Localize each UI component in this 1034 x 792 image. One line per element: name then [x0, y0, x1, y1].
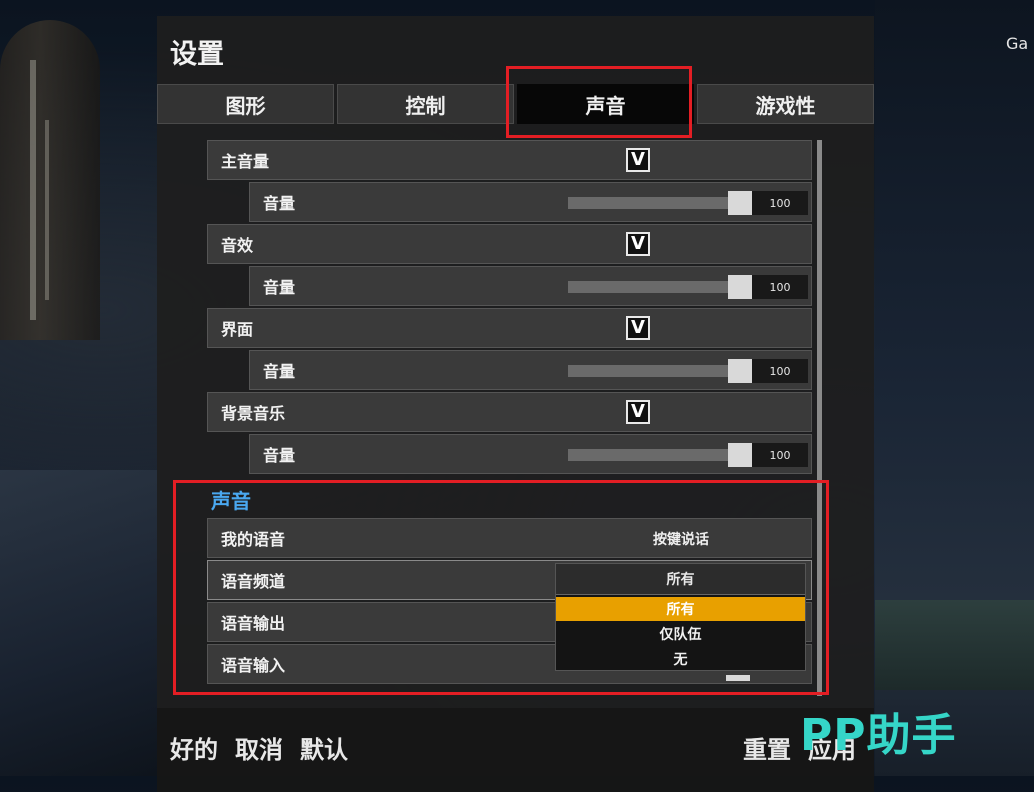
slider-fill [568, 365, 728, 377]
volume-value: 100 [752, 359, 808, 383]
footer-bar: 好的 取消 默认 重置 应用 [157, 708, 874, 792]
sfx-enable-checkbox[interactable]: V [626, 232, 650, 256]
slider-fill [568, 449, 728, 461]
setting-row-ui: 界面 V [207, 308, 812, 348]
slider-thumb[interactable] [728, 443, 752, 467]
corner-text: Ga [1006, 34, 1029, 53]
slider-fill [568, 281, 728, 293]
setting-row-sfx: 音效 V [207, 224, 812, 264]
setting-label: 音量 [263, 278, 296, 297]
ui-volume-slider[interactable] [568, 359, 752, 383]
voice-channel-dropdown[interactable]: 所有 所有 仅队伍 无 [555, 563, 806, 671]
volume-value: 100 [752, 191, 808, 215]
music-enable-checkbox[interactable]: V [626, 400, 650, 424]
master-volume-slider[interactable] [568, 191, 752, 215]
dropdown-option-all[interactable]: 所有 [556, 597, 805, 621]
check-mark-icon: V [631, 317, 645, 338]
setting-label: 背景音乐 [221, 404, 286, 423]
slider-thumb[interactable] [728, 359, 752, 383]
setting-row-music: 背景音乐 V [207, 392, 812, 432]
cancel-button[interactable]: 取消 [235, 730, 283, 765]
setting-label: 音量 [263, 194, 296, 213]
volume-value: 100 [752, 443, 808, 467]
setting-row-ui-volume: 音量 100 [249, 350, 812, 390]
dropdown-selected-value[interactable]: 所有 [556, 564, 805, 595]
setting-row-master: 主音量 V [207, 140, 812, 180]
sfx-volume-slider[interactable] [568, 275, 752, 299]
ui-enable-checkbox[interactable]: V [626, 316, 650, 340]
background-door [0, 20, 100, 340]
check-mark-icon: V [631, 233, 645, 254]
setting-label: 音量 [263, 362, 296, 381]
check-mark-icon: V [631, 401, 645, 422]
master-enable-checkbox[interactable]: V [626, 148, 650, 172]
page-title: 设置 [170, 39, 224, 70]
ok-button[interactable]: 好的 [170, 730, 218, 765]
setting-label: 界面 [221, 320, 254, 339]
slider-fill [568, 197, 728, 209]
watermark-logo: PP助手 [800, 710, 957, 761]
background-crate [875, 600, 1034, 690]
tab-controls[interactable]: 控制 [337, 84, 514, 124]
slider-thumb[interactable] [728, 191, 752, 215]
check-mark-icon: V [631, 149, 645, 170]
tab-gameplay[interactable]: 游戏性 [697, 84, 874, 124]
music-volume-slider[interactable] [568, 443, 752, 467]
volume-value: 100 [752, 275, 808, 299]
setting-label: 音效 [221, 236, 254, 255]
dropdown-option-team-only[interactable]: 仅队伍 [556, 622, 805, 646]
setting-row-master-volume: 音量 100 [249, 182, 812, 222]
default-button[interactable]: 默认 [300, 730, 348, 765]
background-rubble [0, 470, 160, 776]
dropdown-option-none[interactable]: 无 [556, 647, 805, 671]
setting-row-sfx-volume: 音量 100 [249, 266, 812, 306]
slider-thumb[interactable] [728, 275, 752, 299]
tab-graphics[interactable]: 图形 [157, 84, 334, 124]
setting-row-music-volume: 音量 100 [249, 434, 812, 474]
reset-button[interactable]: 重置 [743, 730, 791, 765]
setting-label: 主音量 [221, 152, 270, 171]
setting-label: 音量 [263, 446, 296, 465]
tab-highlight-box [506, 66, 692, 138]
